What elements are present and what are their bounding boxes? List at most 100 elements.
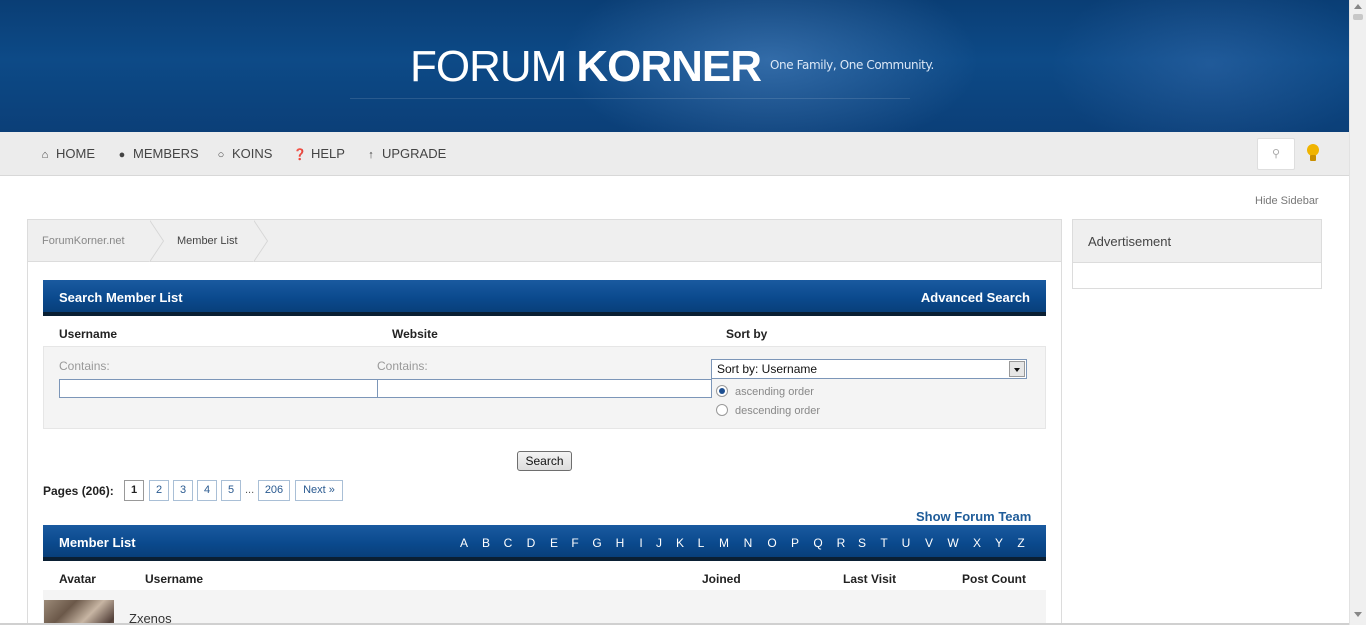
member-list-title: Member List	[59, 535, 136, 550]
advanced-search-link[interactable]: Advanced Search	[921, 280, 1030, 316]
letter-filter[interactable]: S	[855, 525, 869, 561]
bulb-base	[1310, 155, 1316, 161]
nav-label-members: MEMBERS	[133, 146, 199, 161]
nav-label-home: HOME	[56, 146, 95, 161]
search-panel-header: Search Member List Advanced Search	[43, 280, 1046, 316]
letter-filter[interactable]: Y	[992, 525, 1006, 561]
users-icon: ●	[118, 149, 126, 161]
col-member-username: Username	[145, 572, 204, 586]
letter-filter[interactable]: R	[834, 525, 848, 561]
letter-filter[interactable]: P	[788, 525, 802, 561]
arrow-up-icon: ↑	[368, 149, 374, 161]
letter-filter[interactable]: N	[741, 525, 755, 561]
search-panel-title: Search Member List	[59, 290, 183, 305]
letter-filter[interactable]: W	[946, 525, 960, 561]
search-button[interactable]: Search	[517, 451, 572, 471]
username-contains-label: Contains:	[59, 359, 110, 373]
pagination-ellipsis: ...	[245, 484, 255, 496]
sort-select-value: Sort by: Username	[717, 362, 818, 376]
main-nav: ⌂ HOME ● MEMBERS ○ KOINS ❓ HELP ↑ UPGRADE ⚲	[0, 132, 1349, 176]
page-link-5[interactable]: 5	[221, 480, 241, 501]
pages-label: Pages (206):	[43, 484, 114, 498]
question-icon: ❓	[293, 149, 307, 161]
page-link-2[interactable]: 2	[149, 480, 169, 501]
lightbulb-icon[interactable]	[1305, 144, 1321, 164]
nav-item-members[interactable]: ● MEMBERS	[115, 132, 199, 176]
col-post-count: Post Count	[962, 572, 1026, 586]
page-scrollbar[interactable]	[1349, 0, 1366, 625]
col-website: Website	[392, 327, 438, 341]
breadcrumb-current: Member List	[177, 235, 238, 247]
show-forum-team-link[interactable]: Show Forum Team	[916, 509, 1031, 524]
page-link-1[interactable]: 1	[124, 480, 144, 501]
col-sort: Sort by	[726, 327, 768, 341]
letter-filter[interactable]: E	[547, 525, 561, 561]
letter-filter[interactable]: V	[922, 525, 936, 561]
letter-filter[interactable]: K	[673, 525, 687, 561]
letter-filter[interactable]: D	[524, 525, 538, 561]
main-content: ForumKorner.net Member List Search Membe…	[27, 219, 1062, 625]
letter-filter[interactable]: H	[613, 525, 627, 561]
hide-sidebar-link[interactable]: Hide Sidebar	[1255, 195, 1319, 207]
radio-ascending[interactable]	[716, 385, 728, 397]
col-avatar: Avatar	[59, 572, 96, 586]
page-link-3[interactable]: 3	[173, 480, 193, 501]
header-glow-right	[1050, 0, 1349, 132]
nav-label-koins: KOINS	[232, 146, 273, 161]
letter-filter[interactable]: Z	[1014, 525, 1028, 561]
letter-filter[interactable]: I	[634, 525, 648, 561]
username-input[interactable]	[59, 379, 378, 398]
letter-filter[interactable]: B	[479, 525, 493, 561]
logo-text-thin: FORUM	[410, 42, 567, 91]
letter-filter[interactable]: T	[877, 525, 891, 561]
site-header: FORUM KORNER One Family, One Community.	[0, 0, 1349, 132]
header-divider	[350, 98, 910, 99]
letter-filter[interactable]: M	[717, 525, 731, 561]
nav-item-upgrade[interactable]: ↑ UPGRADE	[364, 132, 446, 176]
page-link-4[interactable]: 4	[197, 480, 217, 501]
logo-text-bold: KORNER	[576, 42, 762, 91]
member-list-header: Member List A B C D E F G H I J K L M N …	[43, 525, 1046, 561]
sidebar-advertisement: Advertisement	[1072, 219, 1322, 289]
letter-filter[interactable]: O	[765, 525, 779, 561]
letter-filter[interactable]: Q	[811, 525, 825, 561]
breadcrumb-separator	[149, 220, 166, 262]
avatar[interactable]	[44, 600, 114, 625]
circle-icon: ○	[217, 149, 225, 161]
nav-item-help[interactable]: ❓ HELP	[293, 132, 345, 176]
letter-filter[interactable]: J	[652, 525, 666, 561]
letter-filter[interactable]: X	[970, 525, 984, 561]
breadcrumb: ForumKorner.net Member List	[28, 220, 1061, 262]
radio-descending-label: descending order	[735, 405, 821, 417]
nav-search-button[interactable]: ⚲	[1257, 138, 1295, 170]
member-list-body	[43, 590, 1046, 625]
page-link-next[interactable]: Next »	[295, 480, 343, 501]
website-input[interactable]	[377, 379, 712, 398]
sidebar-header: Advertisement	[1073, 220, 1321, 263]
sort-select[interactable]: Sort by: Username	[711, 359, 1027, 379]
page-link-last[interactable]: 206	[258, 480, 290, 501]
site-logo[interactable]: FORUM KORNER	[410, 42, 762, 92]
nav-item-koins[interactable]: ○ KOINS	[214, 132, 273, 176]
scroll-down-icon[interactable]	[1354, 612, 1362, 617]
radio-ascending-label: ascending order	[735, 386, 814, 398]
col-last-visit: Last Visit	[843, 572, 897, 586]
radio-descending[interactable]	[716, 404, 728, 416]
breadcrumb-home[interactable]: ForumKorner.net	[42, 220, 125, 262]
letter-filter[interactable]: L	[694, 525, 708, 561]
letter-filter[interactable]: C	[501, 525, 515, 561]
col-joined: Joined	[702, 572, 741, 586]
chevron-down-icon[interactable]	[1009, 361, 1025, 377]
site-tagline: One Family, One Community.	[770, 58, 934, 72]
home-icon: ⌂	[41, 149, 49, 161]
letter-filter[interactable]: F	[568, 525, 582, 561]
nav-item-home[interactable]: ⌂ HOME	[38, 132, 95, 176]
breadcrumb-separator-end	[253, 220, 270, 262]
search-icon: ⚲	[1271, 148, 1281, 160]
scroll-thumb[interactable]	[1353, 14, 1363, 20]
scroll-up-icon[interactable]	[1354, 4, 1362, 9]
letter-filter[interactable]: U	[899, 525, 913, 561]
website-contains-label: Contains:	[377, 359, 428, 373]
letter-filter[interactable]: G	[590, 525, 604, 561]
letter-filter[interactable]: A	[457, 525, 471, 561]
